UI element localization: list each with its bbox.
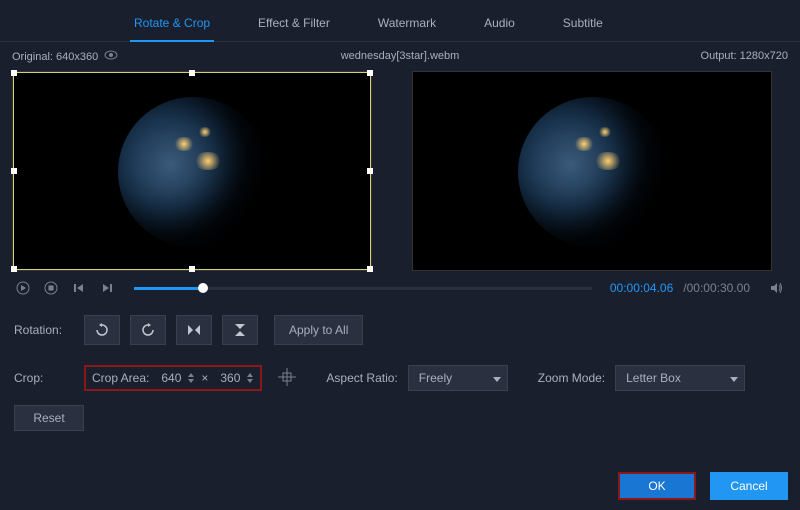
play-icon[interactable] [14, 279, 32, 297]
preview-row [0, 71, 800, 271]
aspect-ratio-label: Aspect Ratio: [326, 371, 397, 385]
handle-tc[interactable] [189, 70, 195, 76]
tab-effect-filter[interactable]: Effect & Filter [254, 10, 334, 41]
crop-area-group: Crop Area: 640 × 360 [84, 365, 262, 391]
cancel-button[interactable]: Cancel [710, 472, 788, 500]
handle-mr[interactable] [367, 168, 373, 174]
ok-button[interactable]: OK [618, 472, 696, 500]
crop-height-value: 360 [214, 371, 246, 385]
eye-icon[interactable] [104, 50, 118, 63]
crop-area-label: Crop Area: [92, 371, 149, 385]
chevron-down-icon [493, 371, 501, 385]
filename: wednesday[3star].webm [271, 50, 530, 63]
info-bar: Original: 640x360 wednesday[3star].webm … [0, 42, 800, 71]
crop-label: Crop: [14, 371, 74, 385]
original-dimensions: Original: 640x360 [12, 51, 98, 63]
playback-controls: 00:00:04.06/00:00:30.00 [0, 271, 800, 305]
preview-output [412, 71, 772, 271]
preview-original[interactable] [12, 71, 372, 271]
prev-frame-icon[interactable] [70, 279, 88, 297]
volume-icon[interactable] [768, 279, 786, 297]
time-total: /00:00:30.00 [683, 281, 750, 295]
rotation-label: Rotation: [14, 323, 74, 337]
progress-thumb[interactable] [198, 283, 208, 293]
handle-tr[interactable] [367, 70, 373, 76]
handle-ml[interactable] [11, 168, 17, 174]
aspect-ratio-select[interactable]: Freely [408, 365, 508, 391]
crop-height-field[interactable]: 360 [214, 371, 254, 385]
rotate-right-button[interactable] [130, 315, 166, 345]
progress-bar[interactable] [134, 287, 592, 290]
handle-br[interactable] [367, 266, 373, 272]
center-crop-icon[interactable] [278, 368, 296, 389]
tab-audio[interactable]: Audio [480, 10, 519, 41]
chevron-down-icon [730, 371, 738, 385]
tab-rotate-crop[interactable]: Rotate & Crop [130, 10, 214, 42]
stop-icon[interactable] [42, 279, 60, 297]
times-symbol: × [201, 371, 208, 385]
crop-section: Crop: Crop Area: 640 × 360 Aspect Ratio:… [0, 355, 800, 401]
reset-button[interactable]: Reset [14, 405, 84, 431]
rotation-section: Rotation: Apply to All [0, 305, 800, 355]
aspect-ratio-value: Freely [419, 371, 452, 385]
flip-vertical-button[interactable] [222, 315, 258, 345]
flip-horizontal-button[interactable] [176, 315, 212, 345]
next-frame-icon[interactable] [98, 279, 116, 297]
tab-bar: Rotate & Crop Effect & Filter Watermark … [0, 0, 800, 42]
handle-bl[interactable] [11, 266, 17, 272]
tab-watermark[interactable]: Watermark [374, 10, 440, 41]
apply-to-all-button[interactable]: Apply to All [274, 315, 363, 345]
rotate-left-button[interactable] [84, 315, 120, 345]
time-current: 00:00:04.06 [610, 281, 673, 295]
tab-subtitle[interactable]: Subtitle [559, 10, 607, 41]
handle-tl[interactable] [11, 70, 17, 76]
crop-width-value: 640 [155, 371, 187, 385]
height-down-icon[interactable] [246, 378, 254, 384]
output-dimensions: Output: 1280x720 [529, 50, 788, 63]
footer: OK Cancel [618, 472, 788, 500]
crop-width-field[interactable]: 640 [155, 371, 195, 385]
width-down-icon[interactable] [187, 378, 195, 384]
zoom-mode-value: Letter Box [626, 371, 681, 385]
zoom-mode-select[interactable]: Letter Box [615, 365, 745, 391]
crop-box[interactable] [13, 72, 371, 270]
handle-bc[interactable] [189, 266, 195, 272]
zoom-mode-label: Zoom Mode: [538, 371, 605, 385]
